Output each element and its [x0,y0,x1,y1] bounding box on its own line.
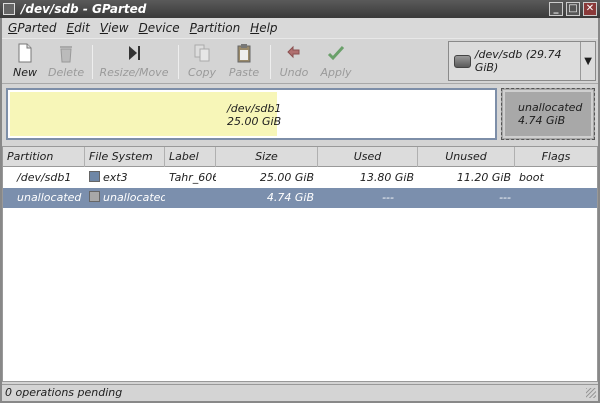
menu-gparted[interactable]: GParted [2,21,61,35]
toolbar-separator [92,45,93,79]
delete-button[interactable]: Delete [48,41,84,83]
menu-view[interactable]: View [94,21,133,35]
unallocated-name: unallocated [518,101,583,114]
paste-label: Paste [228,66,260,79]
table-header: Partition File System Label Size Used Un… [3,147,597,167]
apply-button[interactable]: Apply [318,41,354,83]
col-size[interactable]: Size [216,147,318,167]
col-unused[interactable]: Unused [418,147,515,167]
col-label[interactable]: Label [165,147,216,167]
cell-unused: 11.20 GiB [456,171,511,184]
table-row[interactable]: /dev/sdb1 ext3 Tahr_606 25.00 GiB 13.80 … [3,168,597,188]
cell-flags: boot [519,171,544,184]
fs-color-swatch [89,171,100,182]
resize-grip[interactable] [586,388,596,398]
paste-button[interactable]: Paste [226,41,262,83]
cell-flags [515,188,597,208]
status-bar: 0 operations pending [2,384,598,401]
device-selector[interactable]: /dev/sdb (29.74 GiB) ▼ [448,41,596,81]
new-button[interactable]: New [10,41,40,83]
disk-map-label-unallocated: unallocated 4.74 GiB [518,101,582,127]
window-menu-icon[interactable] [3,3,15,15]
cell-size: 25.00 GiB [259,171,314,184]
copy-label: Copy [188,66,216,79]
disk-map-label-sdb1: /dev/sdb1 25.00 GiB [227,102,281,128]
col-partition[interactable]: Partition [3,147,85,167]
cell-used: --- [382,191,394,204]
title-bar: /dev/sdb - GParted _ □ ✕ [0,0,600,18]
cell-file-system: ext3 [85,168,165,188]
window-title: /dev/sdb - GParted [21,2,147,16]
cell-partition: /dev/sdb1 [17,171,72,184]
cell-partition: unallocated [17,191,82,204]
toolbar-separator [178,45,179,79]
cell-size: 4.74 GiB [266,191,314,204]
col-flags[interactable]: Flags [515,147,597,167]
menu-device[interactable]: Device [133,21,184,35]
apply-label: Apply [320,66,352,79]
minimize-button[interactable]: _ [549,2,563,16]
table-row-selected[interactable]: unallocated unallocated 4.74 GiB --- --- [3,188,597,208]
copy-icon [194,44,210,62]
cell-file-system: unallocated [85,188,165,208]
cell-unused: --- [499,191,511,204]
disk-map-unallocated[interactable]: unallocated 4.74 GiB [501,88,595,140]
status-text: 0 operations pending [5,386,123,399]
toolbar-separator [270,45,271,79]
disk-map-size: 25.00 GiB [227,115,282,128]
fs-name: ext3 [103,171,128,184]
partition-table: Partition File System Label Size Used Un… [2,146,598,382]
menu-help[interactable]: Help [244,21,281,35]
unallocated-size: 4.74 GiB [518,114,566,127]
resize-move-button[interactable]: Resize/Move [98,41,170,83]
resize-icon [129,46,140,60]
menu-edit[interactable]: Edit [61,21,94,35]
undo-icon [287,45,300,59]
close-button[interactable]: ✕ [583,2,597,16]
trash-icon [60,46,72,63]
fs-color-swatch [89,191,100,202]
cell-label: Tahr_606 [169,171,216,184]
checkmark-icon [327,45,345,61]
new-label: New [13,66,37,79]
col-used[interactable]: Used [318,147,418,167]
hard-disk-icon [454,54,471,68]
device-selector-value: /dev/sdb (29.74 GiB) [474,48,562,74]
copy-button[interactable]: Copy [186,41,218,83]
maximize-button[interactable]: □ [566,2,580,16]
cell-label [165,188,216,208]
dropdown-arrow-icon[interactable]: ▼ [580,42,595,80]
undo-label: Undo [279,66,309,79]
menu-bar: GParted Edit View Device Partition Help [2,18,598,38]
fs-name: unallocated [103,191,165,204]
col-file-system[interactable]: File System [85,147,165,167]
disk-map-partition-sdb1[interactable]: /dev/sdb1 25.00 GiB [6,88,497,140]
delete-label: Delete [48,66,85,79]
disk-map-name: /dev/sdb1 [227,102,282,115]
undo-button[interactable]: Undo [278,41,310,83]
resize-move-label: Resize/Move [99,66,169,79]
paste-icon [237,44,251,63]
cell-used: 13.80 GiB [359,171,414,184]
new-icon [18,43,32,63]
menu-partition[interactable]: Partition [184,21,245,35]
